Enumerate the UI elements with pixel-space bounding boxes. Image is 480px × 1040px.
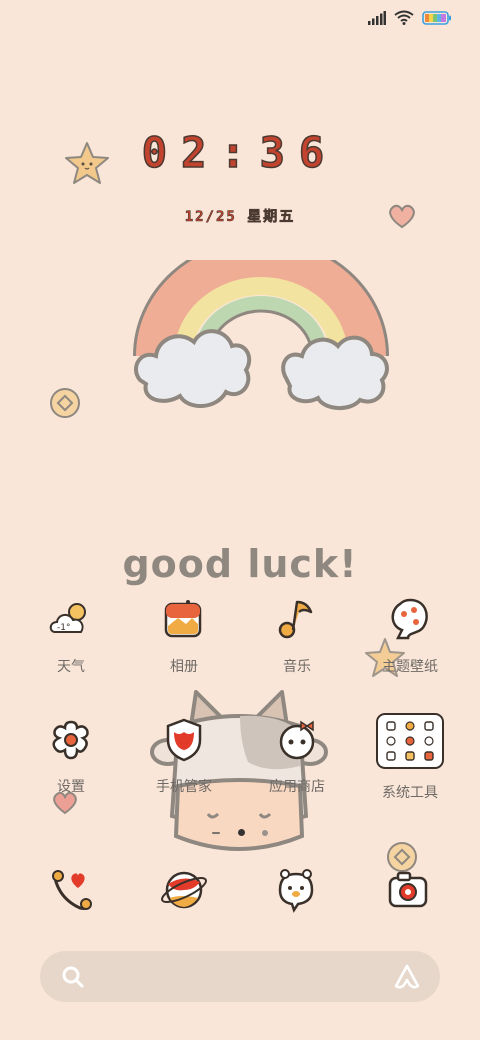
app-weather[interactable]: -1° 天气 bbox=[16, 596, 126, 676]
app-label: 设置 bbox=[57, 779, 85, 795]
page-dot bbox=[261, 829, 268, 836]
messages-icon bbox=[278, 869, 314, 913]
app-themes[interactable]: 主题壁纸 bbox=[355, 596, 465, 676]
page-indicator bbox=[0, 822, 480, 841]
signal-bars-icon bbox=[368, 10, 386, 25]
weather-icon: -1° bbox=[49, 603, 86, 633]
dock-camera[interactable] bbox=[378, 860, 438, 920]
system-tools-folder-icon bbox=[376, 713, 444, 769]
dock-messages[interactable] bbox=[266, 860, 326, 920]
app-music[interactable]: 音乐 bbox=[242, 596, 352, 676]
app-settings[interactable]: 设置 bbox=[16, 716, 126, 796]
search-icon[interactable] bbox=[60, 964, 86, 990]
app-label: 相册 bbox=[170, 659, 198, 675]
star-decoration-icon bbox=[65, 142, 109, 184]
good-luck-text: good luck! bbox=[122, 542, 358, 586]
gallery-icon bbox=[164, 600, 202, 638]
phone-icon bbox=[52, 870, 92, 910]
app-label: 系统工具 bbox=[382, 785, 438, 801]
page-dot bbox=[212, 831, 221, 834]
search-bar[interactable] bbox=[40, 951, 440, 1002]
rainbow-illustration bbox=[133, 260, 389, 410]
status-bar bbox=[368, 10, 452, 25]
assistant-icon[interactable] bbox=[392, 963, 422, 991]
weather-temp: -1° bbox=[57, 623, 70, 633]
dock-browser[interactable] bbox=[154, 860, 214, 920]
heart-decoration-icon bbox=[389, 204, 415, 229]
themes-icon bbox=[391, 598, 428, 640]
music-icon bbox=[278, 600, 313, 639]
browser-icon bbox=[161, 871, 207, 909]
battery-icon bbox=[422, 10, 451, 25]
app-label: 主题壁纸 bbox=[382, 659, 438, 675]
settings-icon bbox=[52, 720, 89, 760]
app-label: 音乐 bbox=[283, 659, 311, 675]
wifi-icon bbox=[394, 10, 414, 25]
app-label: 手机管家 bbox=[156, 779, 212, 795]
app-store[interactable]: 应用商店 bbox=[242, 716, 352, 796]
camera-icon bbox=[388, 871, 428, 908]
folder-system-tools[interactable]: 系统工具 bbox=[355, 712, 465, 802]
app-security[interactable]: 手机管家 bbox=[129, 716, 239, 796]
security-icon bbox=[166, 718, 202, 762]
app-label: 天气 bbox=[57, 659, 85, 675]
dock-phone[interactable] bbox=[42, 860, 102, 920]
app-gallery[interactable]: 相册 bbox=[129, 596, 239, 676]
app-label: 应用商店 bbox=[269, 779, 325, 795]
coin-decoration-icon bbox=[50, 388, 80, 418]
page-dot-active bbox=[237, 829, 245, 836]
app-store-icon bbox=[279, 720, 315, 760]
